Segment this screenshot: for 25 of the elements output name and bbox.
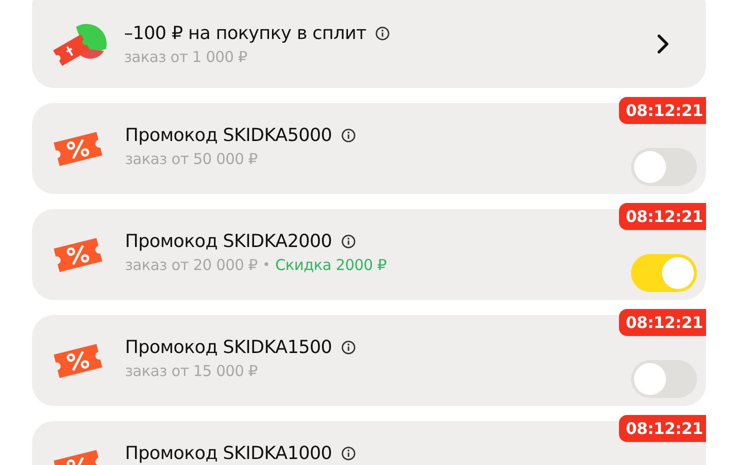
toggle-switch[interactable] <box>631 360 697 398</box>
info-icon[interactable] <box>340 340 356 355</box>
discount-text: Скидка 2000 ₽ <box>275 256 386 274</box>
chevron-icon[interactable] <box>656 33 670 55</box>
info-icon[interactable] <box>340 128 356 143</box>
info-icon[interactable] <box>340 234 356 249</box>
timer-badge: 08:12:21 <box>618 309 706 336</box>
offer-title: Промокод SKIDKA2000 <box>125 231 332 252</box>
offer-title: –100 ₽ на покупку в сплит <box>124 22 366 44</box>
toggle-switch[interactable] <box>631 254 697 292</box>
toggle-switch[interactable] <box>631 148 697 186</box>
separator-dot: • <box>262 258 270 272</box>
info-icon[interactable] <box>340 446 356 461</box>
offer-card[interactable]: –100 ₽ на покупку в сплит заказ от 1 000 ₽ <box>32 0 706 88</box>
order-condition: заказ от 50 000 ₽ <box>125 150 258 168</box>
order-condition: заказ от 1 000 ₽ <box>124 48 248 66</box>
timer-badge: 08:12:21 <box>618 203 706 230</box>
info-icon[interactable] <box>375 26 390 40</box>
offer-title: Промокод SKIDKA5000 <box>125 125 332 146</box>
offer-title: Промокод SKIDKA1000 <box>125 443 332 464</box>
timer-badge: 08:12:21 <box>618 415 706 442</box>
timer-badge: 08:12:21 <box>618 97 706 124</box>
offer-title: Промокод SKIDKA1500 <box>125 337 332 358</box>
order-condition: заказ от 15 000 ₽ <box>125 362 258 380</box>
order-condition: заказ от 20 000 ₽ <box>125 256 258 274</box>
